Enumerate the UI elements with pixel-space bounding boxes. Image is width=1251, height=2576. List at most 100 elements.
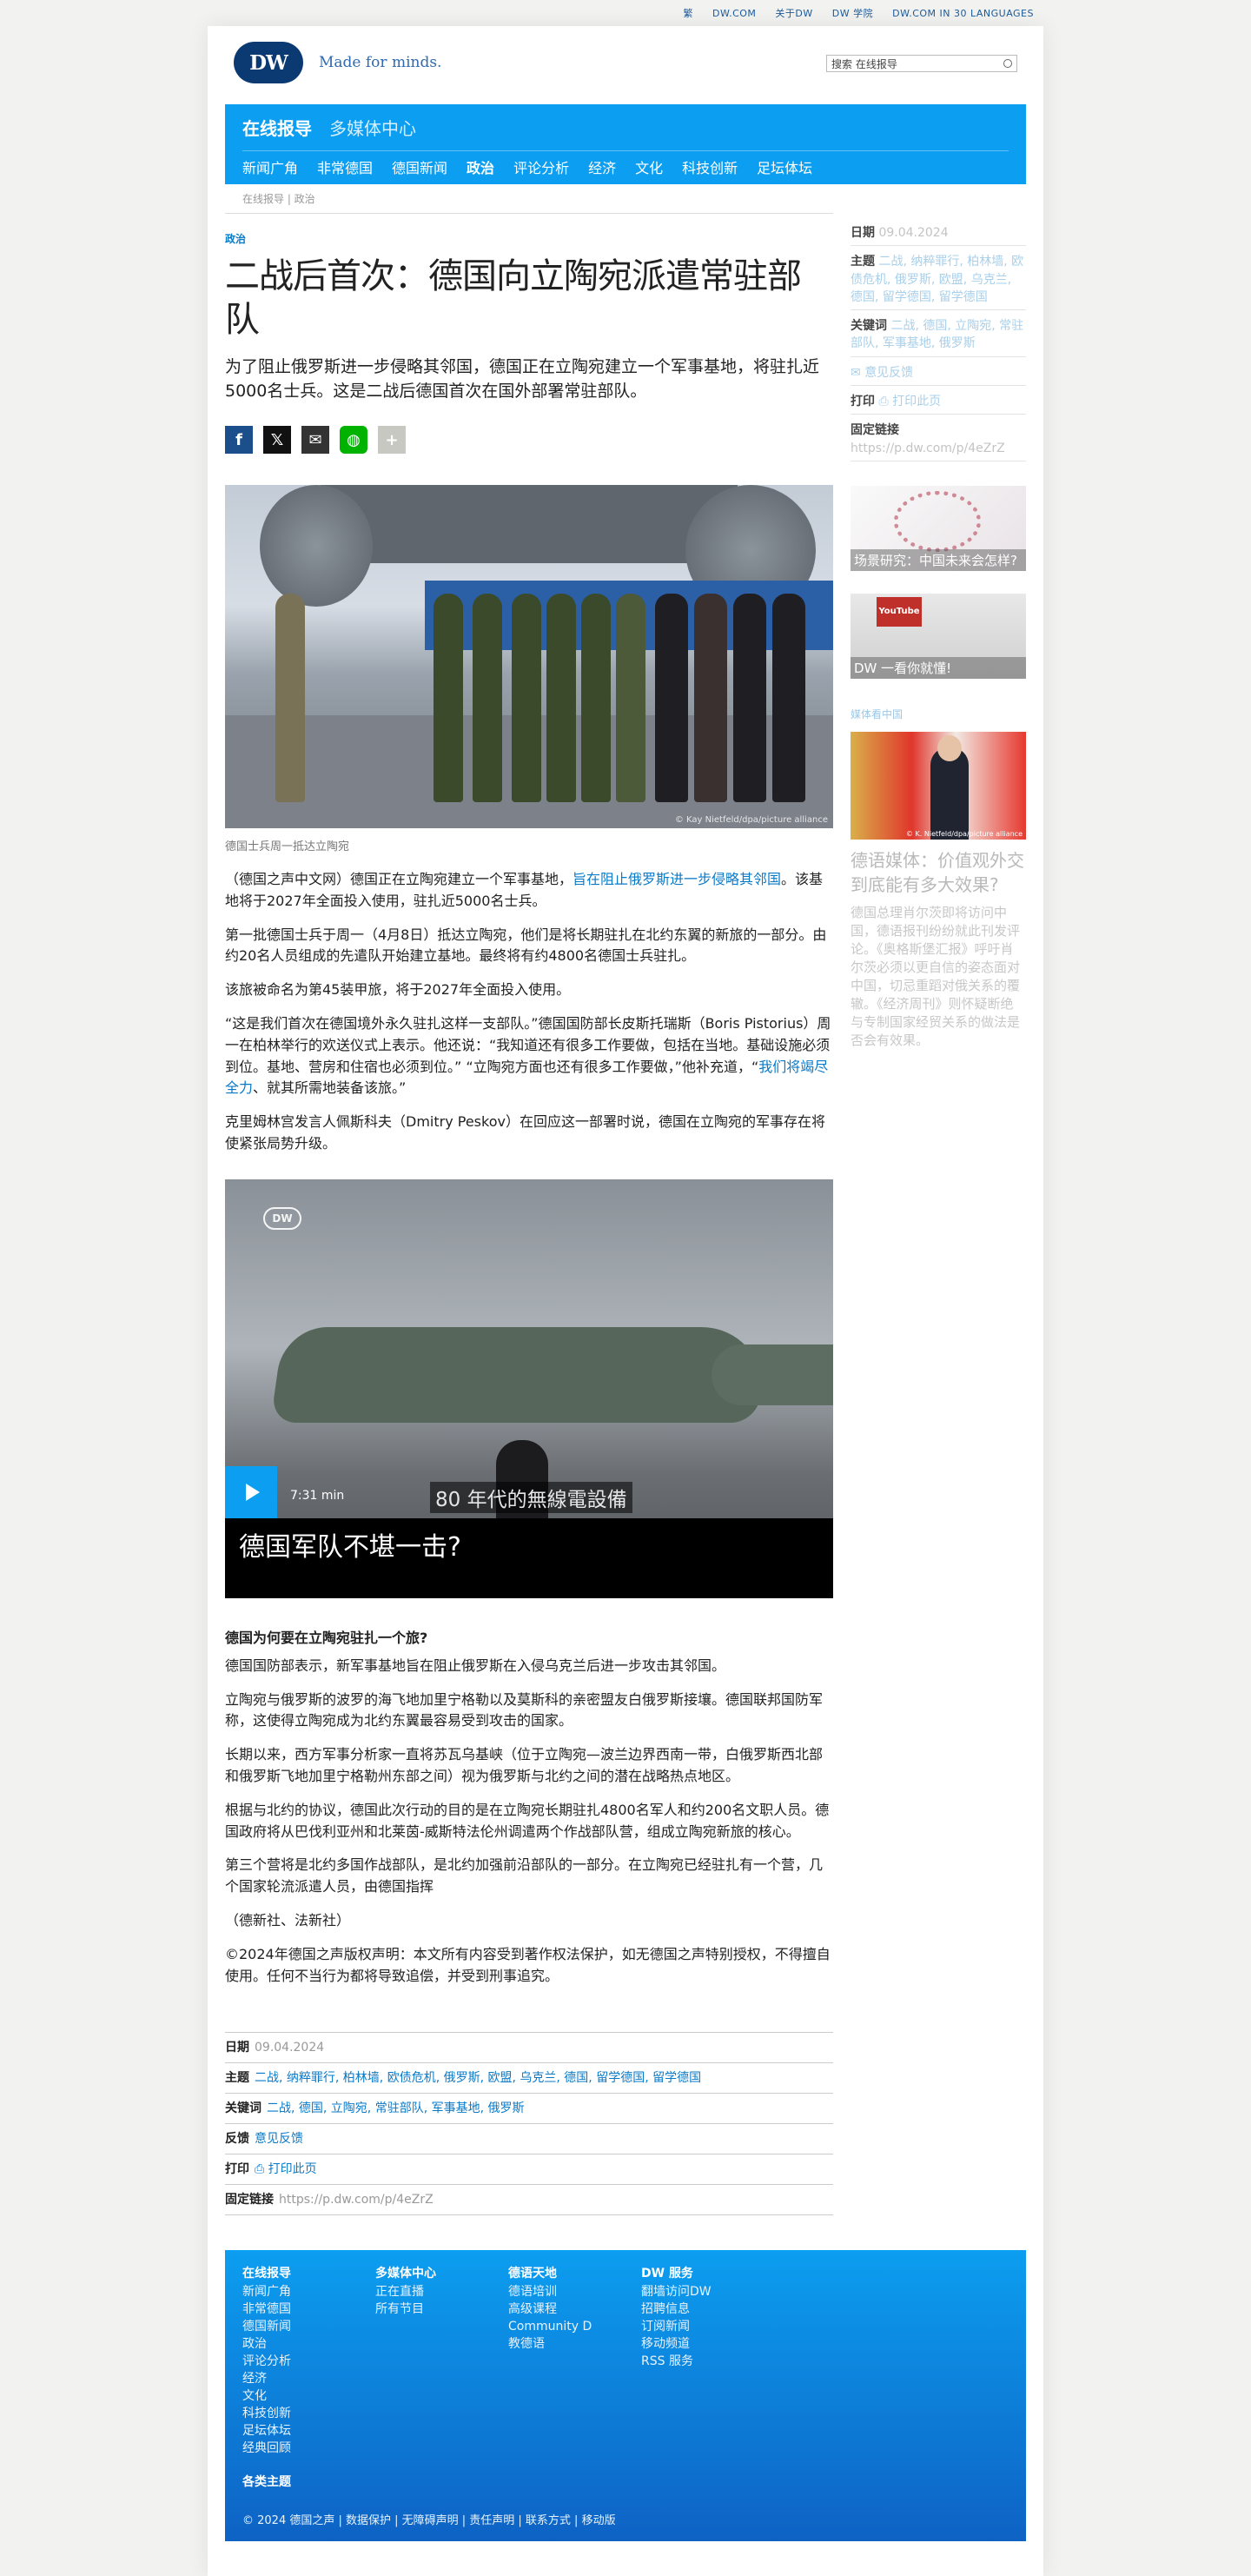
page-container: DW Made for minds. 搜索 在线报导 在线报导 多媒体中心 新闻… — [208, 26, 1043, 2576]
nav-item-sports[interactable]: 足坛体坛 — [757, 156, 812, 177]
footer-link[interactable]: 高级课程 — [508, 2300, 641, 2318]
x-share-icon[interactable]: 𝕏 — [263, 426, 291, 455]
teaser-dw-youtube[interactable]: YouTube DW 一看你就懂! — [851, 593, 1026, 679]
footer-link[interactable]: Community D — [508, 2318, 641, 2335]
aside-permalink[interactable]: https://p.dw.com/p/4eZrZ — [851, 440, 1026, 457]
aside-date-label: 日期 — [851, 226, 875, 240]
permalink[interactable]: https://p.dw.com/p/4eZrZ — [279, 2191, 434, 2209]
footer-link[interactable]: 科技创新 — [242, 2405, 375, 2422]
topbar-link-dwcom[interactable]: DW.COM — [712, 8, 756, 19]
aside-topics-label: 主题 — [851, 255, 875, 269]
footer-link[interactable]: 教德语 — [508, 2335, 641, 2353]
meta-topics-links[interactable]: 二战, 纳粹罪行, 柏林墙, 欧债危机, 俄罗斯, 欧盟, 乌克兰, 德国, 留… — [255, 2069, 701, 2088]
paragraph: 第一批德国士兵于周一（4月8日）抵达立陶宛，他们是将长期驻扎在北约东翼的新旅的一… — [225, 926, 827, 965]
footer-link[interactable]: 招聘信息 — [641, 2300, 774, 2318]
paragraph: （德新社、法新社） — [225, 1912, 351, 1929]
footer-link[interactable]: 正在直播 — [375, 2283, 508, 2300]
footer-link[interactable]: 新闻广角 — [242, 2283, 375, 2300]
footer-link[interactable]: RSS 服务 — [641, 2353, 774, 2370]
footer-link[interactable]: 所有节目 — [375, 2300, 508, 2318]
paragraph: 立陶宛与俄罗斯的波罗的海飞地加里宁格勒以及莫斯科的亲密盟友白俄罗斯接壤。德国联邦… — [225, 1690, 824, 1730]
footer-link[interactable]: 政治 — [242, 2335, 375, 2353]
footer-link[interactable]: 翻墙访问DW — [641, 2283, 774, 2300]
aside-feedback-link[interactable]: 意见反馈 — [864, 366, 913, 380]
footer-heading[interactable]: 在线报导 — [242, 2264, 375, 2281]
line-share-icon[interactable]: ◍ — [340, 426, 367, 455]
teaser-caption[interactable]: 场景研究：中国未来会怎样? — [851, 548, 1026, 571]
teaser-china-future[interactable]: 场景研究：中国未来会怎样? — [851, 485, 1026, 571]
search-icon[interactable] — [1003, 59, 1012, 68]
footer-heading[interactable]: 德语天地 — [508, 2264, 641, 2281]
footer-topics-link[interactable]: 各类主题 — [242, 2473, 1009, 2490]
teaser-caption[interactable]: DW 一看你就懂! — [851, 656, 1026, 679]
meta-date-label: 日期 — [225, 2041, 249, 2055]
article-kicker[interactable]: 政治 — [225, 231, 833, 246]
footer-column: DW 服务 翻墙访问DW 招聘信息 订阅新闻 移动频道 RSS 服务 — [641, 2264, 774, 2457]
footer-link[interactable]: 移动频道 — [641, 2335, 774, 2353]
paragraph: 克里姆林宫发言人佩斯科夫（Dmitry Peskov）在回应这一部署时说，德国在… — [225, 1113, 825, 1152]
breadcrumb[interactable]: 在线报导 | 政治 — [225, 184, 833, 214]
meta-permalink-label: 固定链接 — [225, 2193, 274, 2208]
nav-item-politics[interactable]: 政治 — [467, 156, 494, 177]
tab-online-reports[interactable]: 在线报导 — [242, 115, 312, 140]
feedback-icon[interactable]: ✉ — [851, 366, 864, 380]
meta-keywords-links[interactable]: 二战, 德国, 立陶宛, 常驻部队, 军事基地, 俄罗斯 — [267, 2100, 525, 2118]
topbar-link-about[interactable]: 关于DW — [775, 6, 812, 20]
nav-item-culture[interactable]: 文化 — [635, 156, 663, 177]
topbar-link-traditional[interactable]: 繁 — [684, 6, 694, 20]
footer-link[interactable]: 评论分析 — [242, 2353, 375, 2370]
footer-link[interactable]: 德国新闻 — [242, 2318, 375, 2335]
nav-item-germany[interactable]: 非常德国 — [317, 156, 373, 177]
feedback-link[interactable]: 意见反馈 — [255, 2130, 303, 2148]
aside-print-link[interactable]: 打印此页 — [892, 395, 941, 408]
footer-column: 多媒体中心 正在直播 所有节目 — [375, 2264, 508, 2457]
video-player[interactable]: DW 80 年代的無線電設備 7:31 min 德国军队不堪一击? — [225, 1178, 833, 1598]
footer-legal-links[interactable]: © 2024 德国之声 | 数据保护 | 无障碍声明 | 责任声明 | 联系方式… — [242, 2511, 1009, 2527]
article: 政治 二战后首次：德国向立陶宛派遣常驻部队 为了阻止俄罗斯进一步侵略其邻国，德国… — [225, 214, 833, 2216]
inline-link[interactable]: 旨在阻止俄罗斯进一步侵略其邻国 — [573, 871, 781, 887]
more-share-icon[interactable]: + — [378, 426, 406, 455]
footer-link[interactable]: 经典回顾 — [242, 2440, 375, 2457]
youtube-icon: YouTube — [877, 596, 922, 627]
print-icon[interactable]: ⎙ — [878, 395, 892, 408]
section-label[interactable]: 媒体看中国 — [851, 707, 1026, 721]
video-title[interactable]: 德国军队不堪一击? — [239, 1525, 461, 1564]
footer-heading[interactable]: DW 服务 — [641, 2264, 774, 2281]
story-title[interactable]: 德语媒体：价值观外交到底能有多大效果? — [851, 848, 1026, 897]
footer-link[interactable]: 德语培训 — [508, 2283, 641, 2300]
aside-permalink-label: 固定链接 — [851, 423, 899, 438]
aside-topics-links[interactable]: 二战, 纳粹罪行, 柏林墙, 欧债危机, 俄罗斯, 欧盟, 乌克兰, 德国, 留… — [851, 255, 1023, 304]
print-icon[interactable]: ⎙ — [255, 2161, 268, 2179]
dw-logo-mark[interactable]: DW — [234, 42, 303, 83]
topbar-link-languages[interactable]: DW.COM IN 30 LANGUAGES — [892, 8, 1034, 19]
footer-link[interactable]: 足坛体坛 — [242, 2422, 375, 2440]
nav-item-economy[interactable]: 经济 — [588, 156, 616, 177]
footer-link[interactable]: 订阅新闻 — [641, 2318, 774, 2335]
search-box[interactable]: 搜索 在线报导 — [826, 55, 1017, 72]
email-share-icon[interactable]: ✉ — [301, 426, 329, 455]
play-icon[interactable] — [225, 1465, 277, 1518]
image-credit: © Kay Nietfeld/dpa/picture alliance — [674, 815, 828, 826]
nav-item-german-news[interactable]: 德国新闻 — [392, 156, 447, 177]
dw-logo[interactable]: DW Made for minds. — [234, 42, 441, 83]
search-input[interactable]: 搜索 在线报导 — [831, 56, 897, 71]
article-meta: 日期 09.04.2024 主题 二战, 纳粹罪行, 柏林墙, 欧债危机, 俄罗斯,… — [225, 2032, 833, 2216]
paragraph: 根据与北约的协议，德国此次行动的目的是在立陶宛长期驻扎4800名军人和约200名… — [225, 1801, 830, 1840]
nav-item-news[interactable]: 新闻广角 — [242, 156, 298, 177]
footer-heading[interactable]: 多媒体中心 — [375, 2264, 508, 2281]
video-subtitle: 80 年代的無線電設備 — [430, 1481, 632, 1513]
footer-link[interactable]: 文化 — [242, 2387, 375, 2405]
facebook-share-icon[interactable]: f — [225, 426, 253, 455]
footer-link[interactable]: 非常德国 — [242, 2300, 375, 2318]
meta-keywords-label: 关键词 — [225, 2101, 261, 2116]
tab-multimedia[interactable]: 多媒体中心 — [329, 115, 416, 140]
footer-link[interactable]: 经济 — [242, 2370, 375, 2387]
teaser-image-scholz[interactable]: © K. Nietfeld/dpa/picture alliance — [851, 731, 1026, 840]
share-bar: f 𝕏 ✉ ◍ + — [225, 426, 833, 455]
main-navigation: 在线报导 多媒体中心 新闻广角 非常德国 德国新闻 政治 评论分析 经济 文化 … — [225, 104, 1026, 184]
paragraph: 德国国防部表示，新军事基地旨在阻止俄罗斯在入侵乌克兰后进一步攻击其邻国。 — [225, 1656, 726, 1674]
topbar-link-academy[interactable]: DW 学院 — [832, 6, 873, 20]
print-link[interactable]: 打印此页 — [268, 2161, 317, 2179]
nav-item-commentary[interactable]: 评论分析 — [513, 156, 569, 177]
nav-item-tech[interactable]: 科技创新 — [682, 156, 738, 177]
